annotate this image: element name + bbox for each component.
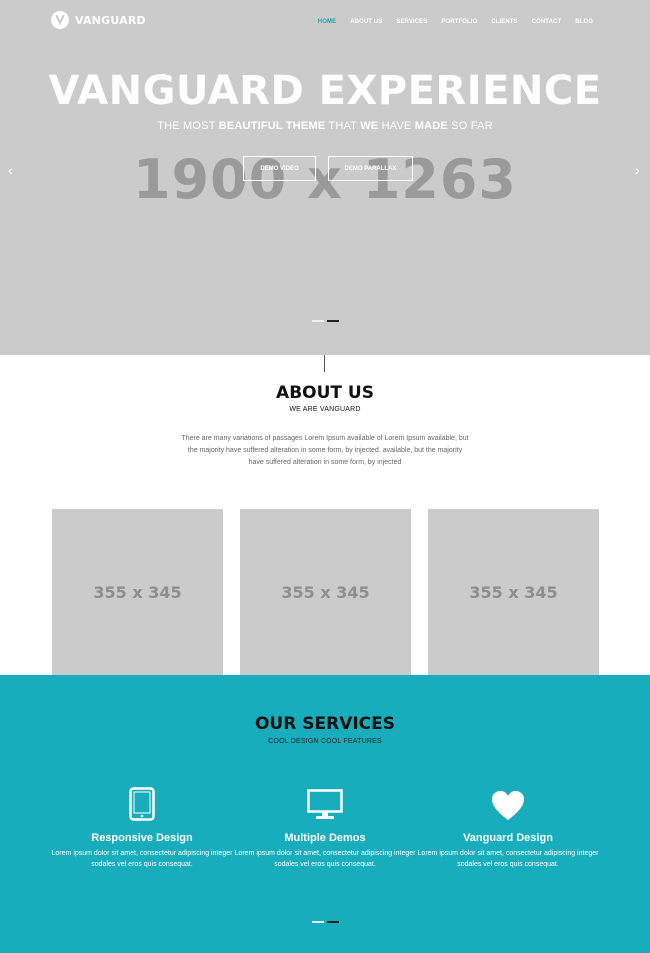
section-divider-line bbox=[324, 355, 325, 372]
hero-subtitle: THE MOST BEAUTIFUL THEME THAT WE HAVE MA… bbox=[0, 120, 650, 132]
main-nav: HOME ABOUT US SERVICES PORTFOLIO CLIENTS… bbox=[318, 19, 593, 25]
nav-contact[interactable]: CONTACT bbox=[532, 19, 562, 25]
services-section: OUR SERVICES COOL DESIGN COOL FEATURES R… bbox=[0, 675, 650, 953]
slider-dot-2[interactable] bbox=[327, 921, 339, 923]
nav-home[interactable]: HOME bbox=[318, 19, 336, 25]
about-image-placeholder: 355 x 345 bbox=[240, 509, 411, 675]
about-title: ABOUT US bbox=[276, 383, 374, 403]
hero-subtitle-part: THAT bbox=[325, 120, 361, 132]
heart-icon bbox=[413, 785, 603, 821]
about-subtitle: WE ARE VANGUARD bbox=[289, 406, 361, 413]
hero-title: VANGUARD EXPERIENCE bbox=[48, 68, 602, 114]
hero-subtitle-part: HAVE bbox=[378, 120, 415, 132]
hero-subtitle-bold: MADE bbox=[414, 120, 448, 132]
chevron-right-icon[interactable]: › bbox=[635, 162, 640, 178]
service-title: Vanguard Design bbox=[463, 832, 553, 844]
monitor-icon bbox=[230, 785, 420, 821]
hero-subtitle-part: THE MOST bbox=[157, 120, 219, 132]
logo-text: VANGUARD bbox=[75, 13, 146, 27]
hero-image-placeholder: 1900 x 1263 bbox=[132, 148, 518, 211]
nav-about-us[interactable]: ABOUT US bbox=[350, 19, 382, 25]
hero-slider: VANGUARD HOME ABOUT US SERVICES PORTFOLI… bbox=[0, 0, 650, 355]
service-title: Multiple Demos bbox=[284, 832, 366, 844]
demo-parallax-button[interactable]: DEMO PARALLAX bbox=[328, 156, 413, 181]
logo[interactable]: VANGUARD bbox=[51, 11, 146, 29]
nav-blog[interactable]: BLOG bbox=[575, 19, 593, 25]
about-text: There are many variations of passages Lo… bbox=[181, 435, 469, 466]
service-text: Lorem ipsum dolor sit amet, consectetur … bbox=[234, 850, 416, 868]
slider-dot-2[interactable] bbox=[327, 320, 339, 322]
service-item: Responsive Design Lorem ipsum dolor sit … bbox=[47, 785, 237, 870]
services-title: OUR SERVICES bbox=[254, 714, 396, 734]
vanguard-logo-icon bbox=[51, 11, 69, 29]
about-image-placeholder: 355 x 345 bbox=[52, 509, 223, 675]
service-text: Lorem ipsum dolor sit amet, consectetur … bbox=[417, 850, 599, 868]
hero-subtitle-bold: WE bbox=[360, 120, 379, 132]
hero-slider-dots bbox=[312, 320, 339, 322]
tablet-icon bbox=[47, 785, 237, 821]
header-bar: VANGUARD HOME ABOUT US SERVICES PORTFOLI… bbox=[0, 0, 650, 44]
about-image-placeholder: 355 x 345 bbox=[428, 509, 599, 675]
chevron-left-icon[interactable]: ‹ bbox=[8, 162, 13, 178]
services-slider-dots bbox=[312, 921, 339, 923]
slider-dot-1[interactable] bbox=[312, 320, 324, 322]
demo-video-button[interactable]: DEMO VIDEO bbox=[243, 156, 316, 181]
nav-portfolio[interactable]: PORTFOLIO bbox=[441, 19, 477, 25]
about-section: ABOUT US WE ARE VANGUARD There are many … bbox=[0, 355, 650, 675]
service-text: Lorem ipsum dolor sit amet, consectetur … bbox=[51, 850, 233, 868]
hero-subtitle-bold: BEAUTIFUL THEME bbox=[218, 120, 326, 132]
service-title: Responsive Design bbox=[91, 832, 193, 844]
slider-dot-1[interactable] bbox=[312, 921, 324, 923]
hero-subtitle-part: SO FAR bbox=[447, 120, 493, 132]
services-subtitle: COOL DESIGN COOL FEATURES bbox=[268, 738, 382, 745]
nav-clients[interactable]: CLIENTS bbox=[491, 19, 517, 25]
nav-services[interactable]: SERVICES bbox=[396, 19, 427, 25]
service-item: Vanguard Design Lorem ipsum dolor sit am… bbox=[413, 785, 603, 870]
service-item: Multiple Demos Lorem ipsum dolor sit ame… bbox=[230, 785, 420, 870]
